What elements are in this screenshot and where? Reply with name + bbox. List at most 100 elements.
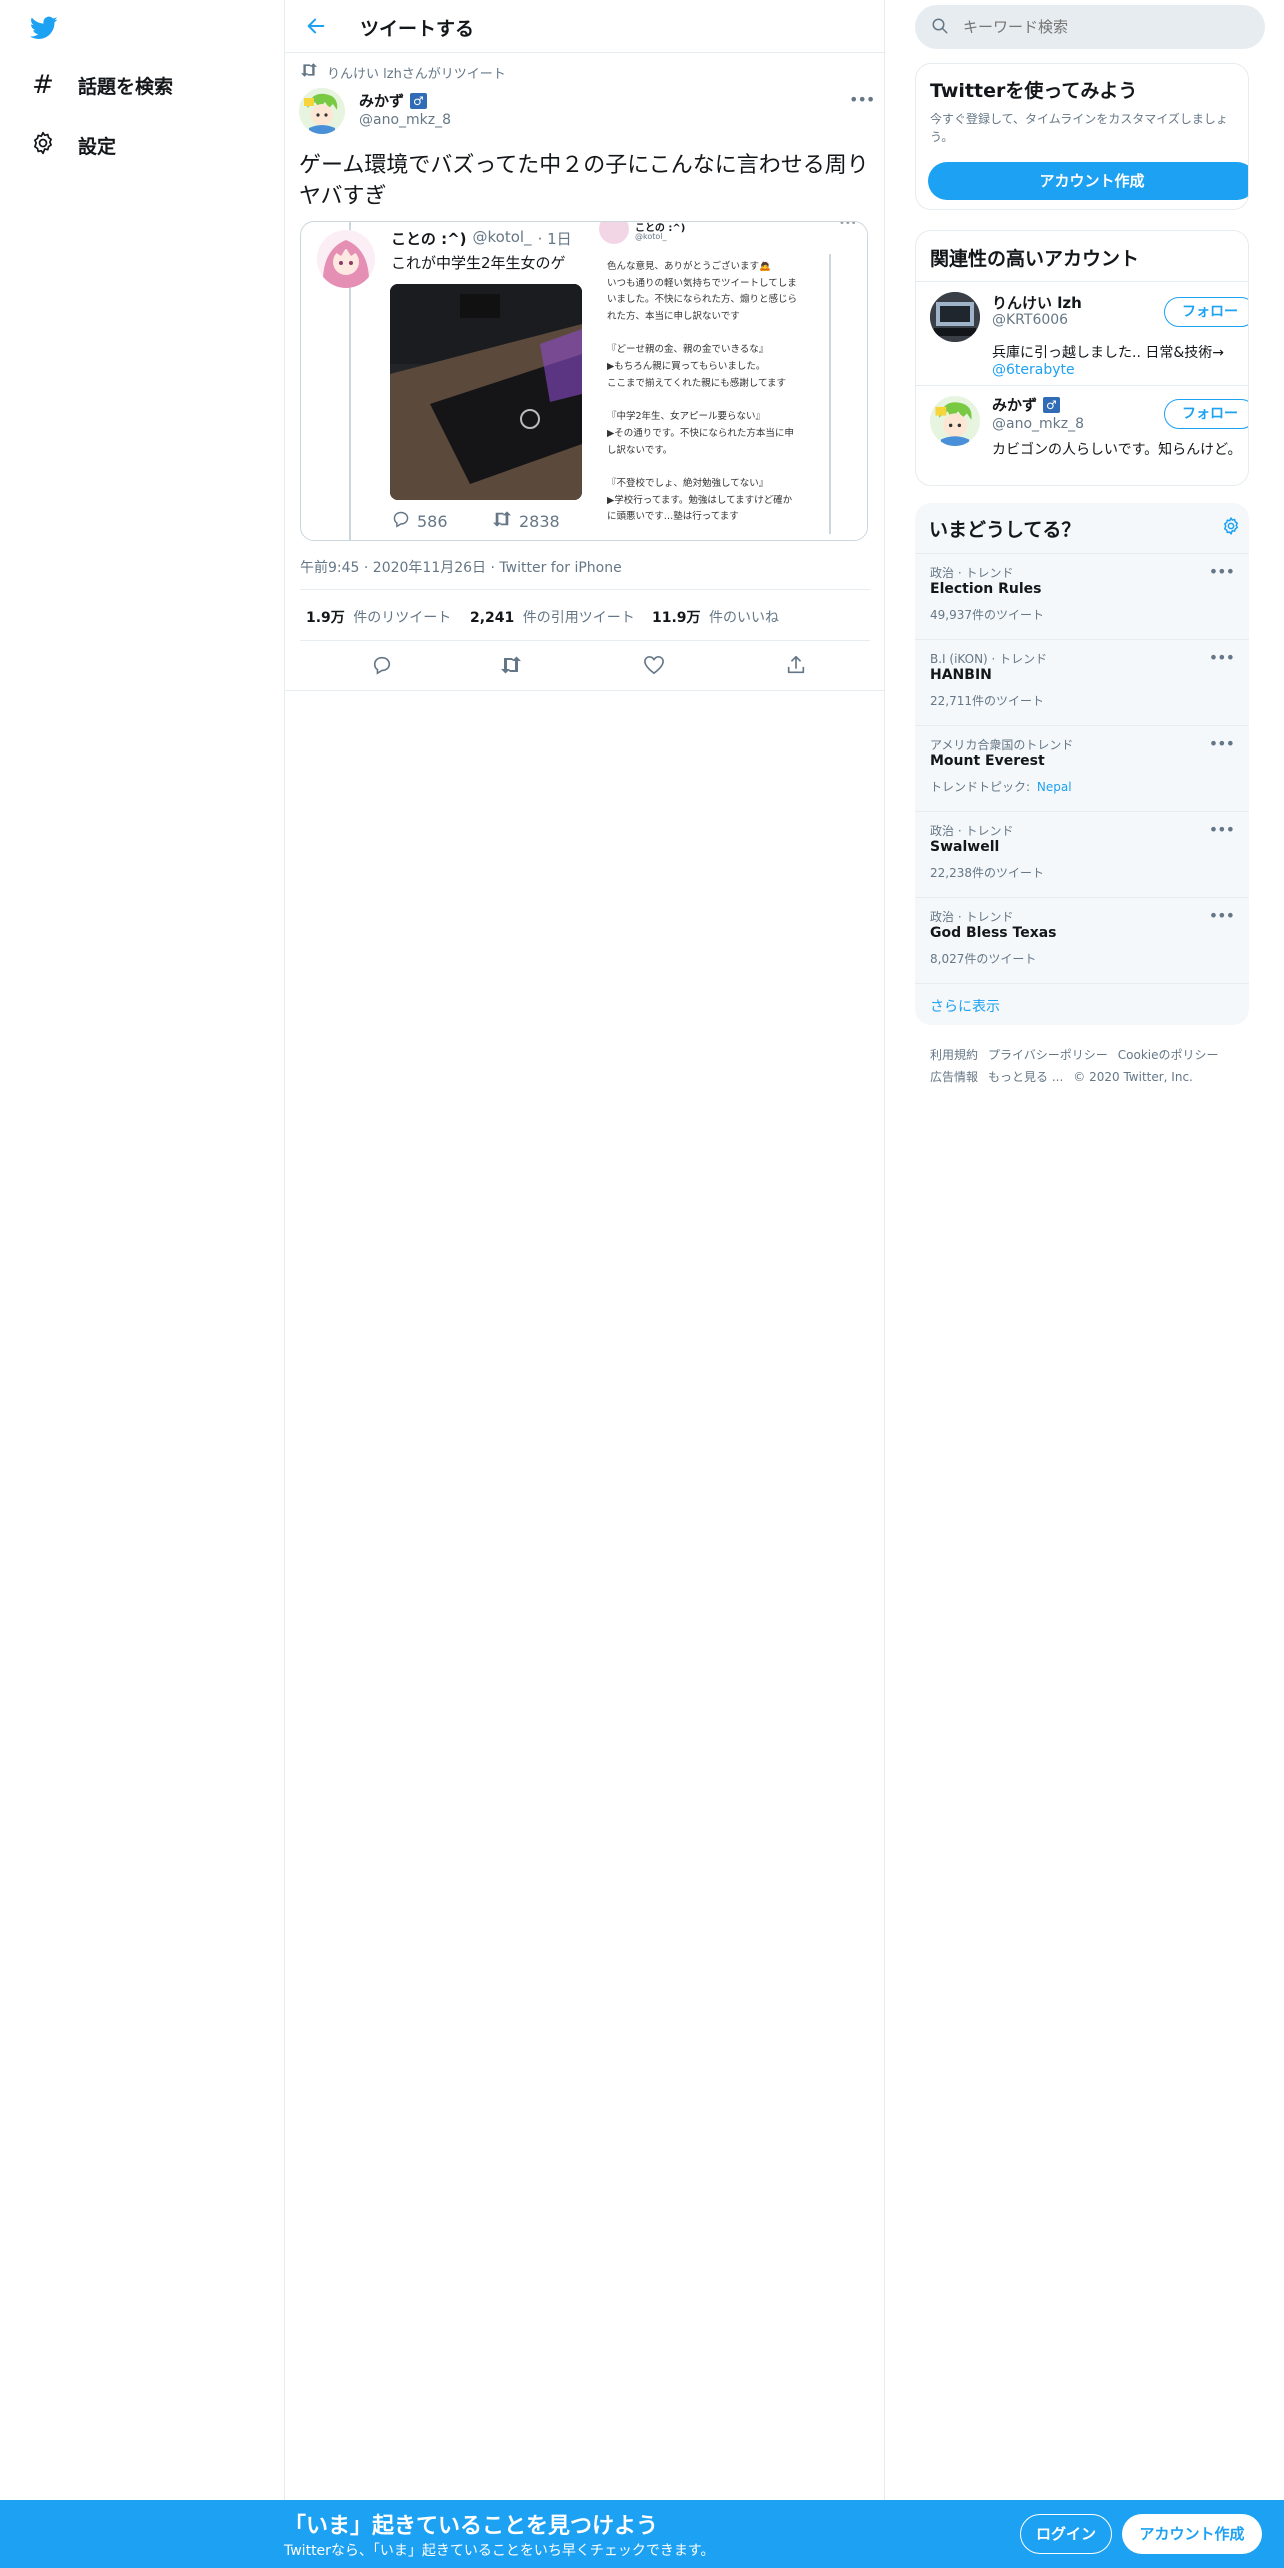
screenshot-line: し訳ないです。 <box>607 444 673 456</box>
trend-name: Mount Everest <box>930 753 1045 769</box>
footer-link[interactable]: 広告情報 <box>930 1070 978 1084</box>
trends-settings-icon[interactable] <box>1221 516 1241 540</box>
trend-count: 49,937件のツイート <box>930 608 1044 622</box>
quotes-value: 2,241 <box>470 610 515 626</box>
tweet-actions <box>285 641 885 691</box>
trend-context: B.I (iKON) · トレンド <box>930 652 1048 666</box>
search-icon <box>931 17 949 39</box>
reply-button[interactable] <box>371 655 393 679</box>
footer-link[interactable]: 利用規約 <box>930 1048 978 1062</box>
trend-count: 8,027件のツイート <box>930 952 1037 966</box>
more-options-icon[interactable]: ••• <box>849 90 875 109</box>
left-nav: # 話題を検索 設定 <box>0 0 285 2500</box>
screenshot-line: ▶学校行ってます。勉強はしてますけど確か <box>607 494 793 506</box>
related-name-row[interactable]: みかず ♂ <box>992 394 1060 415</box>
search-box[interactable] <box>915 5 1265 49</box>
trend-topic-link[interactable]: Nepal <box>1037 780 1072 794</box>
footer-link[interactable]: もっと見る ... <box>988 1070 1063 1084</box>
main-column: ツイートする りんけい lzhさんがリツイート みかず ♂ @ano_mkz_8… <box>285 0 885 2500</box>
hashtag-icon: # <box>32 70 54 100</box>
more-options-icon[interactable]: ••• <box>1209 820 1235 839</box>
quoted-handle[interactable]: @kotol_ <box>473 228 532 249</box>
trend-context: 政治 · トレンド <box>930 566 1014 580</box>
retweet-icon <box>491 510 513 532</box>
nav-settings[interactable]: 設定 <box>30 130 116 161</box>
search-input[interactable] <box>963 15 1253 39</box>
trend-item[interactable]: 政治 · トレンド Election Rules 49,937件のツイート ••… <box>915 553 1249 639</box>
screenshot-scrollbar <box>829 254 831 534</box>
quoted-reply-count[interactable]: 586 <box>391 510 448 532</box>
retweets-label: 件のリツイート <box>353 610 452 626</box>
trend-item[interactable]: B.I (iKON) · トレンド HANBIN 22,711件のツイート ••… <box>915 639 1249 725</box>
tweet-timestamp[interactable]: 午前9:45 · 2020年11月26日 · Twitter for iPhon… <box>300 557 622 577</box>
login-button[interactable]: ログイン <box>1020 2514 1112 2554</box>
footer-link[interactable]: プライバシーポリシー <box>988 1048 1108 1062</box>
screenshot-line: ▶その通りです。不快になられた方本当に申 <box>607 427 794 439</box>
screenshot-line: 『不登校でしょ、絶対勉強してない』 <box>607 477 769 489</box>
share-button[interactable] <box>785 654 807 680</box>
more-options-icon[interactable]: ••• <box>1209 906 1235 925</box>
trend-context: 政治 · トレンド <box>930 910 1014 924</box>
related-accounts-card: 関連性の高いアカウント りんけい lzh @KRT6006 フォロー 兵庫に引っ… <box>915 230 1249 486</box>
page-header: ツイートする <box>285 0 885 53</box>
likes-stat[interactable]: 11.9万 件のいいね <box>652 607 779 627</box>
quoted-avatar[interactable] <box>317 230 375 288</box>
likes-label: 件のいいね <box>709 610 779 626</box>
screenshot-line: 色んな意見、ありがとうございます🙇 <box>607 261 771 272</box>
retweets-value: 1.9万 <box>306 610 345 626</box>
banner-signup-button[interactable]: アカウント作成 <box>1122 2514 1262 2554</box>
retweeted-by-link[interactable]: りんけい lzhさんがリツイート <box>327 63 506 82</box>
related-account[interactable]: りんけい lzh @KRT6006 フォロー 兵庫に引っ越しました.. 日常&技… <box>916 281 1248 385</box>
related-handle[interactable]: @ano_mkz_8 <box>992 416 1084 432</box>
trend-item[interactable]: 政治 · トレンド Swalwell 22,238件のツイート ••• <box>915 811 1249 897</box>
quoted-name[interactable]: ことの :^) <box>391 228 467 249</box>
author-name: みかず <box>359 92 405 110</box>
author-handle[interactable]: @ano_mkz_8 <box>359 112 451 128</box>
follow-button[interactable]: フォロー <box>1164 297 1248 327</box>
footer-link[interactable]: Cookieのポリシー <box>1118 1048 1219 1062</box>
quoted-retweet-count[interactable]: 2838 <box>491 510 560 532</box>
twitter-logo-icon[interactable] <box>28 14 60 46</box>
show-more-row[interactable]: さらに表示 <box>915 983 1249 1025</box>
related-avatar[interactable] <box>930 292 980 342</box>
quoted-photo[interactable] <box>390 284 582 500</box>
follow-button[interactable]: フォロー <box>1164 399 1248 429</box>
trend-item[interactable]: アメリカ合衆国のトレンド Mount Everest トレンドトピック: Nep… <box>915 725 1249 811</box>
trend-name: God Bless Texas <box>930 925 1057 941</box>
quoted-screenshot[interactable]: ことの :^) @kotol_ ••• 色んな意見、ありがとうございます🙇 いつも… <box>591 222 867 540</box>
back-arrow-icon[interactable] <box>305 15 327 41</box>
show-more-link[interactable]: さらに表示 <box>930 996 1000 1016</box>
quoted-text: これが中学生2年生女のゲ <box>391 254 566 272</box>
signup-title: Twitterを使ってみよう <box>930 80 1138 102</box>
related-bio-link[interactable]: @6terabyte <box>992 362 1075 378</box>
related-name[interactable]: りんけい lzh <box>992 292 1082 313</box>
author-name-row[interactable]: みかず ♂ <box>359 90 427 111</box>
screenshot-line <box>607 393 829 410</box>
quoted-time[interactable]: · 1日 <box>538 228 572 249</box>
screenshot-line: 『中学2年生、女アピール要らない』 <box>607 411 766 423</box>
screenshot-line: ここまで揃えてくれた親にも感謝してます <box>607 377 786 389</box>
trend-item[interactable]: 政治 · トレンド God Bless Texas 8,027件のツイート ••… <box>915 897 1249 983</box>
more-options-icon[interactable]: ••• <box>1209 734 1235 753</box>
nav-explore[interactable]: # 話題を検索 <box>30 70 173 100</box>
reply-count: 586 <box>417 511 448 531</box>
screenshot-line: れた方、本当に申し訳ないです <box>607 311 740 323</box>
banner-subtext: Twitterなら、「いま」起きていることをいち早くチェックできます。 <box>284 2543 715 2559</box>
quotes-stat[interactable]: 2,241 件の引用ツイート <box>470 607 635 627</box>
more-options-icon[interactable]: ••• <box>1209 562 1235 581</box>
related-title: 関連性の高いアカウント <box>930 248 1140 270</box>
signup-desc: 今すぐ登録して、タイムラインをカスタマイズしましょう。 <box>930 112 1228 144</box>
signup-button[interactable]: アカウント作成 <box>928 162 1248 200</box>
retweets-stat[interactable]: 1.9万 件のリツイート <box>306 607 451 627</box>
screenshot-line <box>607 459 829 476</box>
retweet-button[interactable] <box>499 655 523 679</box>
like-button[interactable] <box>643 655 665 679</box>
avatar[interactable] <box>299 88 345 134</box>
related-avatar[interactable] <box>930 396 980 446</box>
quoted-header: ことの :^) @kotol_ · 1日 <box>391 228 581 249</box>
more-options-icon[interactable]: ••• <box>1209 648 1235 667</box>
male-badge: ♂ <box>410 92 427 109</box>
quoted-tweet[interactable]: ことの :^) @kotol_ · 1日 これが中学生2年生女のゲ 586 28… <box>300 221 868 541</box>
related-handle[interactable]: @KRT6006 <box>992 312 1068 328</box>
related-account[interactable]: みかず ♂ @ano_mkz_8 フォロー カビゴンの人らしいです。知らんけど。 <box>916 385 1248 485</box>
